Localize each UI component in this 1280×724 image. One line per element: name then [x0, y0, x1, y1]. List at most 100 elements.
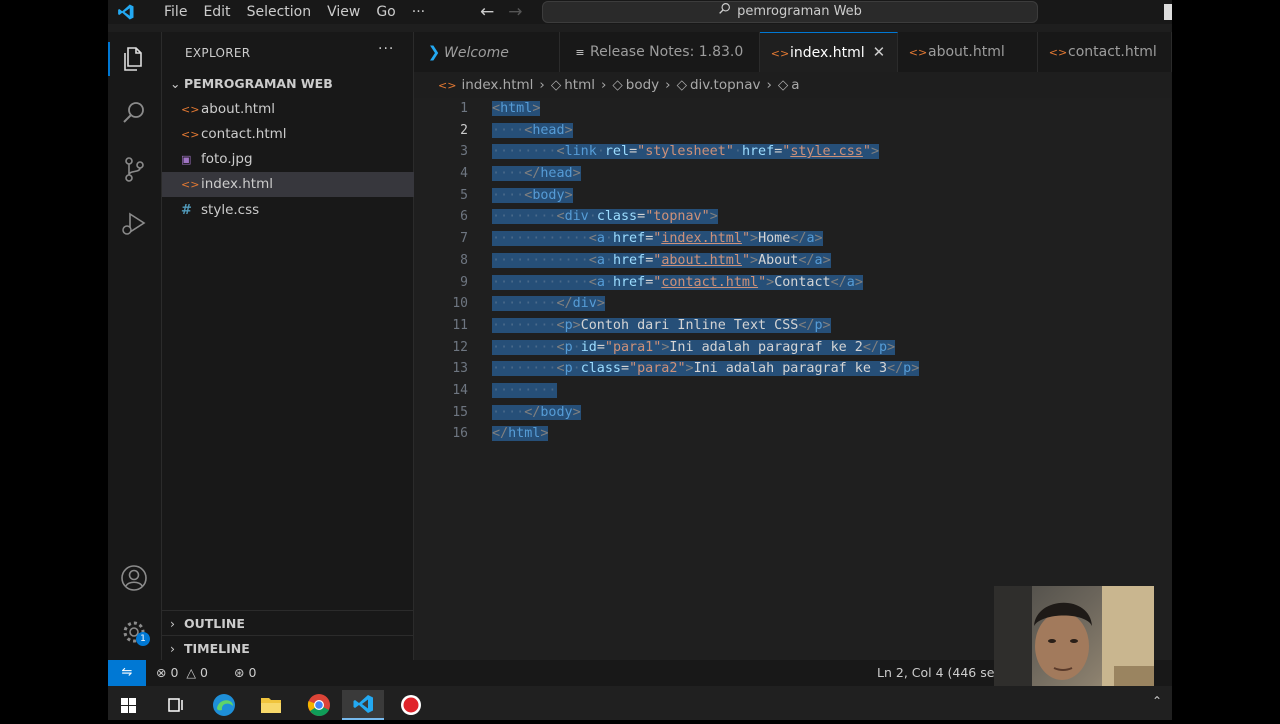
explorer-more-button[interactable]: ···: [378, 41, 394, 57]
account-icon[interactable]: [119, 563, 149, 593]
cursor-position[interactable]: Ln 2, Col 4 (446 sele: [877, 660, 1006, 686]
tab-contact-html[interactable]: <>contact.html: [1038, 32, 1172, 72]
code-bracket: >: [766, 274, 775, 290]
code-line[interactable]: <html>: [492, 98, 919, 120]
back-arrow-icon[interactable]: ←: [480, 2, 494, 22]
chrome-icon[interactable]: [298, 690, 340, 720]
code-bracket: <: [492, 101, 501, 116]
run-debug-icon[interactable]: [119, 208, 149, 238]
code-bracket: </: [524, 404, 541, 420]
folder-name: PEMROGRAMAN WEB: [184, 76, 333, 91]
code-line[interactable]: ····</body>: [492, 402, 919, 424]
edge-browser-icon[interactable]: [203, 690, 245, 720]
chevron-right-icon: ›: [766, 77, 772, 93]
file-explorer-icon[interactable]: [250, 690, 292, 720]
html-file-icon: <>: [908, 46, 928, 59]
search-icon: [719, 3, 731, 14]
code-text: Contoh dari Inline Text CSS: [580, 317, 799, 333]
file-item[interactable]: # style.css: [162, 198, 414, 223]
code-editor[interactable]: 1 2 3 4 5 6 7 8 9 10 11 12 13 14 15 16 <html> ····<head>…: [414, 98, 1172, 660]
breadcrumb-item[interactable]: a: [791, 77, 799, 93]
code-line[interactable]: ············<a·href="index.html">Home</a…: [492, 228, 919, 250]
tab-label: Release Notes: 1.83.0: [590, 44, 744, 60]
file-item[interactable]: <> about.html: [162, 97, 414, 122]
close-icon[interactable]: ✕: [873, 43, 886, 61]
code-attribute: href: [612, 252, 646, 268]
code-line[interactable]: ····<head>: [492, 120, 919, 142]
menu-selection[interactable]: Selection: [239, 3, 320, 21]
menu-edit[interactable]: Edit: [195, 3, 238, 21]
tab-welcome[interactable]: ❯ Welcome: [414, 32, 560, 72]
code-text: Ini adalah paragraf ke 3: [693, 361, 888, 377]
code-line[interactable]: </html>: [492, 423, 919, 445]
remote-indicator-icon[interactable]: ⇋: [108, 660, 146, 686]
menu-view[interactable]: View: [319, 3, 368, 21]
code-whitespace: ····: [492, 122, 525, 138]
code-bracket: <: [556, 144, 565, 160]
ports-indicator[interactable]: ⊛ 0: [234, 660, 256, 686]
breadcrumb-item[interactable]: html: [564, 77, 595, 93]
vscode-logo-icon: [118, 4, 134, 20]
file-item-selected[interactable]: <> index.html: [162, 172, 414, 197]
line-number: 6: [460, 209, 468, 225]
file-item[interactable]: <> contact.html: [162, 122, 414, 147]
line-number: 3: [460, 144, 468, 160]
code-line[interactable]: ········<p·id="para1">Ini adalah paragra…: [492, 337, 919, 359]
code-tag: html: [508, 426, 541, 442]
line-number-gutter: 1 2 3 4 5 6 7 8 9 10 11 12 13 14 15 16: [414, 98, 474, 445]
selection-highlight: ····<head>: [492, 122, 573, 138]
breadcrumb-item[interactable]: body: [626, 77, 659, 93]
code-line[interactable]: ········</div>: [492, 293, 919, 315]
code-line[interactable]: ········: [492, 380, 919, 402]
code-line[interactable]: ············<a·href="about.html">About</…: [492, 250, 919, 272]
code-text: Contact: [774, 274, 831, 290]
tab-about-html[interactable]: <>about.html: [898, 32, 1038, 72]
code-tag: html: [500, 101, 533, 116]
code-line[interactable]: ············<a·href="contact.html">Conta…: [492, 272, 919, 294]
file-item[interactable]: ▣ foto.jpg: [162, 147, 414, 172]
code-whitespace: ········: [492, 209, 557, 225]
forward-arrow-icon[interactable]: →: [508, 2, 522, 22]
code-line[interactable]: ········<p·class="para2">Ini adalah para…: [492, 358, 920, 380]
code-bracket: >: [887, 339, 896, 355]
code-line[interactable]: ········<div·class="topnav">: [492, 206, 919, 228]
vscode-taskbar-icon[interactable]: [342, 690, 384, 720]
chevron-right-icon: ›: [600, 77, 607, 93]
breadcrumb-item[interactable]: index.html: [461, 77, 533, 93]
menu-file[interactable]: File: [156, 3, 195, 21]
timeline-section[interactable]: › TIMELINE: [162, 635, 414, 660]
explorer-files-icon[interactable]: [119, 44, 149, 74]
code-line[interactable]: ········<p>Contoh dari Inline Text CSS</…: [492, 315, 919, 337]
folder-root[interactable]: ⌄ PEMROGRAMAN WEB: [170, 76, 333, 91]
selection-highlight: ············<a·href="index.html">Home</a…: [492, 231, 823, 247]
line-number: 7: [460, 231, 468, 247]
code-whitespace: ········: [492, 296, 557, 312]
breadcrumb-item[interactable]: div.topnav: [690, 77, 761, 93]
menu-go[interactable]: Go: [368, 3, 403, 21]
error-icon: ⊗: [156, 665, 167, 680]
search-icon[interactable]: [119, 98, 149, 128]
windows-start-icon[interactable]: [108, 690, 150, 720]
file-name: contact.html: [201, 126, 287, 142]
menu-more[interactable]: ···: [404, 3, 433, 21]
task-view-icon[interactable]: [154, 690, 196, 720]
problems-indicator[interactable]: ⊗ 0 △ 0: [156, 660, 208, 686]
code-line[interactable]: ····<body>: [492, 185, 919, 207]
tab-index-html[interactable]: <>index.html ✕: [760, 32, 898, 72]
code-line[interactable]: ····</head>: [492, 163, 919, 185]
record-icon[interactable]: [390, 690, 432, 720]
code-tag: a: [596, 252, 605, 268]
code-attribute: class: [580, 361, 621, 377]
source-control-icon[interactable]: [119, 154, 149, 184]
selection-highlight: ········<link·rel="stylesheet"·href="sty…: [492, 144, 879, 160]
tab-release-notes[interactable]: ≡ Release Notes: 1.83.0: [560, 32, 760, 72]
code-area[interactable]: <html> ····<head> ········<link·rel="style…: [492, 98, 920, 445]
command-center-search[interactable]: pemrograman Web: [542, 1, 1038, 23]
line-number: 16: [452, 426, 468, 442]
outline-section[interactable]: › OUTLINE: [162, 610, 414, 635]
code-bracket: >: [540, 426, 549, 442]
code-line[interactable]: ········<link·rel="stylesheet"·href="sty…: [492, 141, 919, 163]
chevron-up-icon[interactable]: ⌃: [1152, 694, 1162, 708]
symbol-cube-icon: ◇: [550, 77, 562, 93]
code-text: =: [637, 209, 646, 225]
